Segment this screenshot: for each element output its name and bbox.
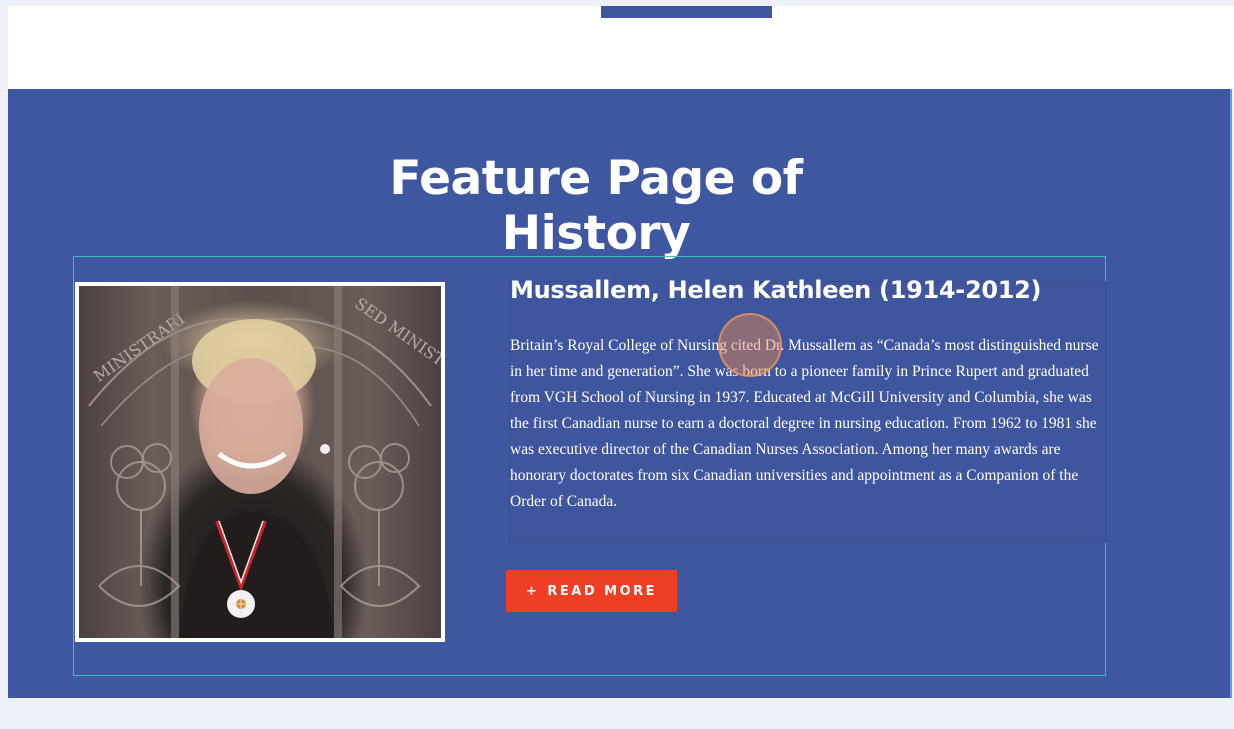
cursor-indicator — [718, 313, 782, 377]
footer-strip — [0, 698, 1234, 729]
portrait-image: MINISTRARI SED MINISTRA — [79, 286, 441, 638]
feature-card: MINISTRARI SED MINISTRA Mussallem, Helen… — [73, 256, 1106, 676]
section-title: Feature Page of History — [389, 151, 803, 261]
read-more-button[interactable]: + READ MORE — [506, 570, 677, 612]
person-bio: Britain’s Royal College of Nursing cited… — [510, 337, 1099, 510]
nav-tab-indicator[interactable] — [601, 6, 772, 18]
portrait-frame: MINISTRARI SED MINISTRA — [75, 282, 445, 642]
medal-icon — [227, 590, 255, 618]
header-area — [8, 6, 1234, 89]
feature-section: Feature Page of History MINISTRARI SED M… — [8, 89, 1232, 698]
portrait-background-art: MINISTRARI SED MINISTRA — [88, 286, 441, 638]
plus-icon: + — [525, 583, 540, 599]
portrait-text-right: SED MINISTRA — [351, 294, 441, 384]
person-name: Mussallem, Helen Kathleen (1914-2012) — [510, 276, 1042, 304]
read-more-label: READ MORE — [547, 583, 658, 599]
